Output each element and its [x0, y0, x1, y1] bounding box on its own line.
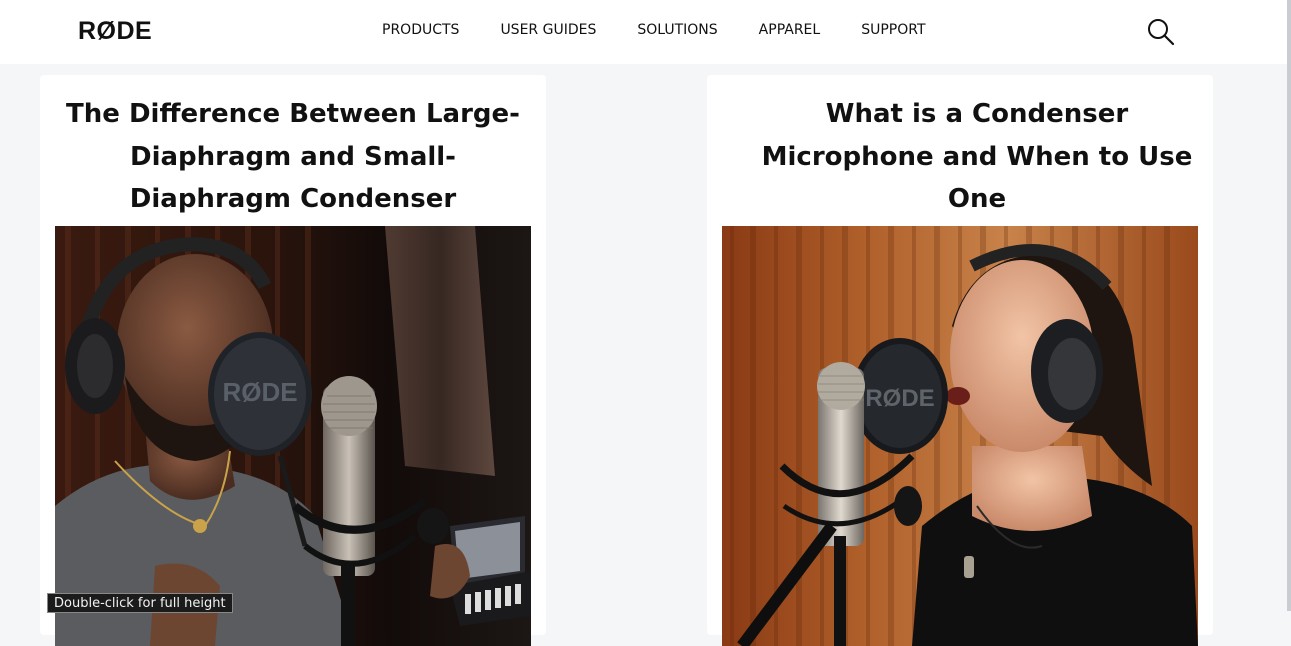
nav-item-support[interactable]: SUPPORT	[861, 21, 925, 39]
brand-logo[interactable]: RØDE	[78, 17, 152, 46]
site-header: RØDE PRODUCTS USER GUIDES SOLUTIONS APPA…	[0, 0, 1287, 64]
search-icon[interactable]	[1145, 16, 1177, 48]
nav-item-products[interactable]: PRODUCTS	[382, 21, 459, 39]
page-scrollbar[interactable]	[1287, 0, 1291, 611]
main-nav: PRODUCTS USER GUIDES SOLUTIONS APPAREL S…	[382, 21, 926, 39]
pop-filter-logo: RØDE	[865, 385, 934, 412]
article-image[interactable]: RØDE	[55, 226, 531, 646]
tooltip: Double-click for full height	[47, 593, 233, 613]
pop-filter-logo: RØDE	[222, 377, 297, 407]
nav-item-apparel[interactable]: APPAREL	[759, 21, 821, 39]
article-image[interactable]: RØDE	[722, 226, 1198, 646]
article-title[interactable]: What is a Condenser Microphone and When …	[727, 93, 1227, 221]
article-card[interactable]: What is a Condenser Microphone and When …	[707, 75, 1213, 646]
nav-item-solutions[interactable]: SOLUTIONS	[637, 21, 717, 39]
article-card[interactable]: The Difference Between Large-Diaphragm a…	[40, 75, 546, 646]
nav-item-user-guides[interactable]: USER GUIDES	[500, 21, 596, 39]
